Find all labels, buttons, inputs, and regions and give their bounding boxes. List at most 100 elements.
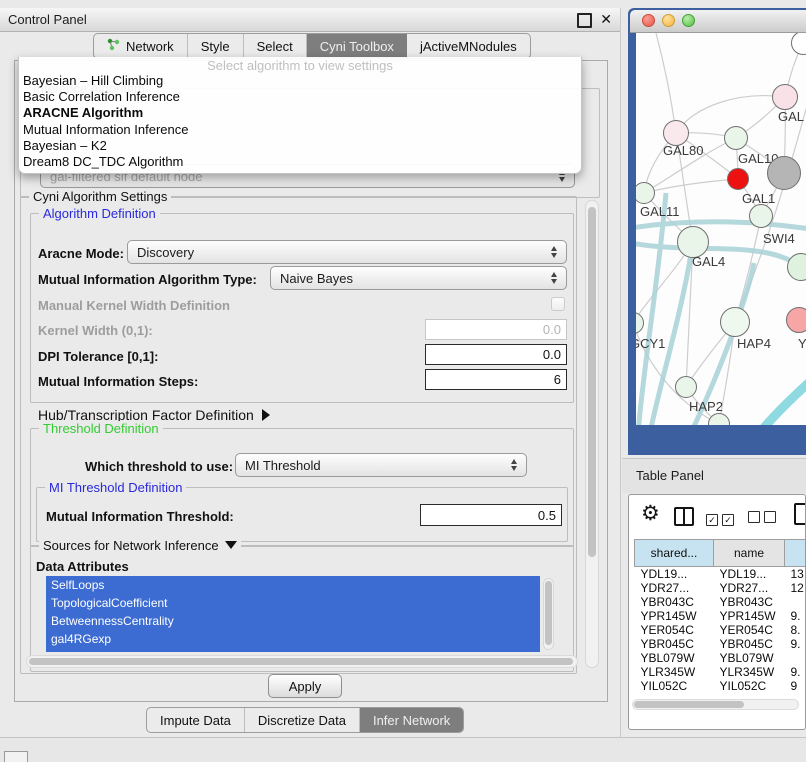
- table-row[interactable]: YER054CYER054C8.: [635, 623, 806, 637]
- table-cell[interactable]: 9.: [785, 609, 806, 623]
- table-cell[interactable]: 9: [785, 679, 806, 693]
- tab-jactivemnodules-label: jActiveMNodules: [420, 39, 517, 54]
- tab-cyni-toolbox[interactable]: Cyni Toolbox: [307, 34, 407, 58]
- tab-select[interactable]: Select: [244, 34, 307, 58]
- table-row[interactable]: YBL079WYBL079W: [635, 651, 806, 665]
- table-cell[interactable]: 12: [785, 581, 806, 595]
- dpi-tolerance-field[interactable]: 0.0: [425, 344, 567, 365]
- network-node-label: GAL11: [640, 204, 680, 219]
- table-cell[interactable]: YLR345W: [714, 665, 785, 679]
- network-node-HAP2[interactable]: [675, 376, 697, 398]
- table-cell[interactable]: YDL19...: [714, 567, 785, 582]
- close-icon[interactable]: ✕: [600, 11, 612, 28]
- table-cell[interactable]: YBR043C: [635, 595, 714, 609]
- table-cell[interactable]: 9.: [785, 637, 806, 651]
- cyni-algorithm-settings-legend: Cyni Algorithm Settings: [29, 189, 171, 204]
- table-cell[interactable]: YDR27...: [635, 581, 714, 595]
- table-cell[interactable]: YBR043C: [714, 595, 785, 609]
- network-node-label: SWI4: [763, 231, 795, 246]
- dpi-tolerance-value: 0.0: [543, 347, 561, 362]
- table-cell[interactable]: YBL079W: [635, 651, 714, 665]
- table-cell[interactable]: YER054C: [714, 623, 785, 637]
- mi-threshold-field[interactable]: 0.5: [420, 504, 562, 526]
- corner-widget[interactable]: [4, 751, 28, 762]
- table-cell[interactable]: YBL079W: [714, 651, 785, 665]
- table-header-row[interactable]: shared... name: [635, 540, 806, 567]
- table-horizontal-scrollbar[interactable]: [632, 699, 799, 710]
- expander-collapsed-icon: [262, 409, 270, 421]
- minimize-traffic-light-icon[interactable]: [662, 14, 675, 27]
- network-canvas[interactable]: GALGAL80GAL10GAL1GAL11SWI4GAL4GCY1HAP4YH…: [636, 33, 806, 425]
- table-cell[interactable]: 13: [785, 567, 806, 582]
- attribute-item[interactable]: SelfLoops: [46, 576, 540, 594]
- network-node-GAL1[interactable]: [727, 168, 749, 190]
- algorithm-option-selected[interactable]: ARACNE Algorithm: [19, 105, 581, 121]
- table-cell[interactable]: YDL19...: [635, 567, 714, 582]
- table-cell[interactable]: YDR27...: [714, 581, 785, 595]
- table-cell[interactable]: YPR145W: [635, 609, 714, 623]
- tab-jactivemnodules[interactable]: jActiveMNodules: [407, 34, 530, 58]
- aracne-mode-combobox[interactable]: Discovery: [127, 240, 567, 264]
- close-traffic-light-icon[interactable]: [642, 14, 655, 27]
- zoom-traffic-light-icon[interactable]: [682, 14, 695, 27]
- column-header-partial[interactable]: [785, 540, 806, 567]
- table-row[interactable]: YBR043CYBR043C: [635, 595, 806, 609]
- table-panel-titlebar: Table Panel: [622, 458, 806, 493]
- table-cell[interactable]: YBR045C: [714, 637, 785, 651]
- column-header-shared-name[interactable]: shared...: [635, 540, 714, 567]
- tab-impute-data[interactable]: Impute Data: [147, 708, 245, 732]
- kernel-width-field[interactable]: 0.0: [425, 319, 567, 340]
- table-cell[interactable]: YBR045C: [635, 637, 714, 651]
- table-cell[interactable]: 9.: [785, 665, 806, 679]
- table-cell[interactable]: YPR145W: [714, 609, 785, 623]
- table-row[interactable]: YLR345WYLR345W9.: [635, 665, 806, 679]
- network-node[interactable]: [767, 156, 801, 190]
- attribute-item[interactable]: BetweennessCentrality: [46, 612, 540, 630]
- settings-horizontal-scrollbar[interactable]: [26, 655, 578, 668]
- table-row[interactable]: YIL052CYIL052C9: [635, 679, 806, 693]
- network-node-label: GAL80: [663, 143, 703, 158]
- network-node-GAL10[interactable]: [724, 126, 748, 150]
- apply-button[interactable]: Apply: [268, 674, 342, 698]
- table-cell[interactable]: YIL052C: [714, 679, 785, 693]
- network-node-SWI4[interactable]: [749, 204, 773, 228]
- attribute-list-scrollbar[interactable]: [543, 578, 554, 650]
- table-row[interactable]: YDL19...YDL19...13: [635, 567, 806, 582]
- algorithm-option[interactable]: Mutual Information Inference: [19, 122, 581, 138]
- network-view-titlebar[interactable]: [630, 10, 806, 33]
- table-cell[interactable]: [785, 651, 806, 665]
- combo-spinner-icon: [551, 246, 558, 258]
- attribute-item[interactable]: TopologicalCoefficient: [46, 594, 540, 612]
- data-attributes-list[interactable]: SelfLoops TopologicalCoefficient Between…: [46, 576, 540, 652]
- tab-network[interactable]: Network: [94, 34, 188, 58]
- column-header-name[interactable]: name: [714, 540, 785, 567]
- attribute-item[interactable]: gal4RGexp: [46, 630, 540, 648]
- table-cell[interactable]: YIL052C: [635, 679, 714, 693]
- mi-type-combobox[interactable]: Naive Bayes: [270, 266, 567, 290]
- table-cell[interactable]: YER054C: [635, 623, 714, 637]
- algorithm-option[interactable]: Dream8 DC_TDC Algorithm: [19, 154, 581, 170]
- algorithm-option[interactable]: Bayesian – K2: [19, 138, 581, 154]
- tab-discretize-data[interactable]: Discretize Data: [245, 708, 360, 732]
- network-node-HAP4[interactable]: [720, 307, 750, 337]
- algorithm-option[interactable]: Bayesian – Hill Climbing: [19, 73, 581, 89]
- manual-kernel-checkbox[interactable]: [551, 297, 565, 311]
- float-window-icon[interactable]: [577, 13, 592, 28]
- bottom-strip: [0, 738, 806, 762]
- mi-steps-field[interactable]: 6: [425, 369, 567, 390]
- network-node-GAL[interactable]: [772, 84, 798, 110]
- algorithm-option[interactable]: Basic Correlation Inference: [19, 89, 581, 105]
- table-row[interactable]: YDR27...YDR27...12: [635, 581, 806, 595]
- table-row[interactable]: YPR145WYPR145W9.: [635, 609, 806, 623]
- tab-style[interactable]: Style: [188, 34, 244, 58]
- tab-infer-network[interactable]: Infer Network: [360, 708, 463, 732]
- network-node-Y[interactable]: [786, 307, 806, 333]
- node-table[interactable]: shared... name YDL19...YDL19...13YDR27..…: [629, 495, 806, 698]
- which-threshold-combobox[interactable]: MI Threshold: [235, 453, 527, 477]
- table-row[interactable]: YBR045CYBR045C9.: [635, 637, 806, 651]
- bottom-tabbar: Impute Data Discretize Data Infer Networ…: [146, 707, 464, 733]
- table-cell[interactable]: YLR345W: [635, 665, 714, 679]
- settings-vertical-scrollbar[interactable]: [585, 200, 599, 668]
- table-cell[interactable]: [785, 595, 806, 609]
- table-cell[interactable]: 8.: [785, 623, 806, 637]
